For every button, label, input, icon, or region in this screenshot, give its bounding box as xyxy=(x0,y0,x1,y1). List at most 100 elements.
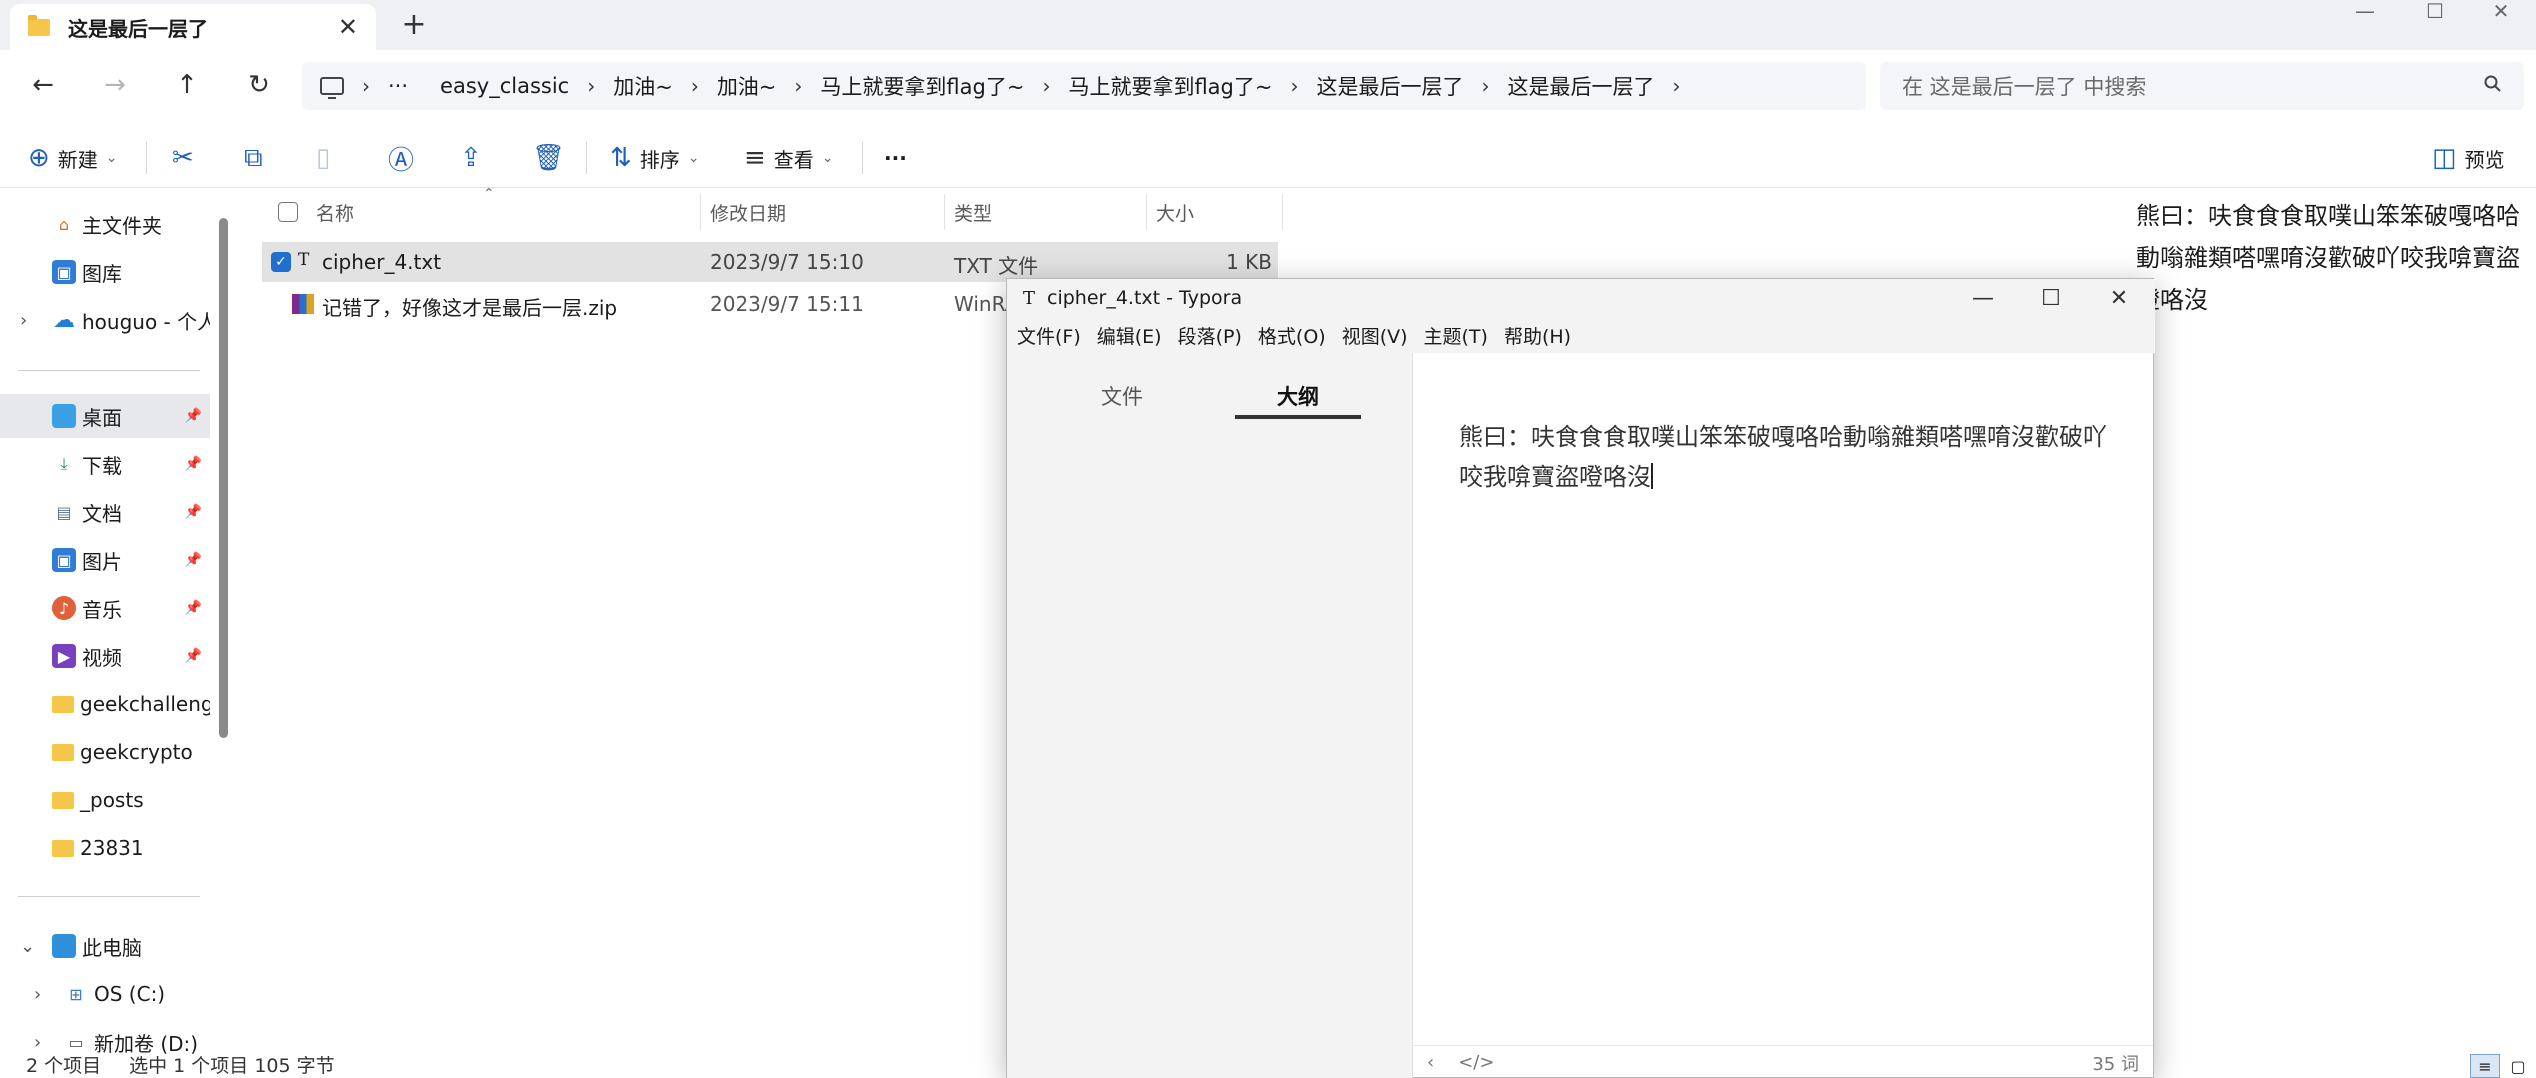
column-divider[interactable] xyxy=(1146,194,1147,230)
close-window-button[interactable]: ✕ xyxy=(2466,0,2536,23)
rename-button[interactable]: Ⓐ xyxy=(388,136,414,180)
new-tab-button[interactable]: + xyxy=(396,6,432,42)
typora-window[interactable]: T cipher_4.txt - Typora — ☐ ✕ 文件(F) 编辑(E… xyxy=(1006,278,2155,1078)
sort-button[interactable]: ⇅ 排序 ⌄ xyxy=(610,136,700,180)
more-options-button[interactable]: ··· xyxy=(884,136,907,180)
pin-icon[interactable]: 📌 xyxy=(185,600,202,616)
sidebar-item-music[interactable]: ♪ 音乐 📌 xyxy=(0,586,210,630)
typora-editor[interactable]: 熊曰：呋食食食取噗山笨笨破嘎咯哈動嗡雜類嗒嘿唷沒歡破吖咬我啽寶盜噔咯沒 xyxy=(1459,417,2129,497)
menu-help[interactable]: 帮助(H) xyxy=(1504,322,1571,349)
typora-close-button[interactable]: ✕ xyxy=(2085,279,2153,317)
chevron-down-icon[interactable]: ⌄ xyxy=(20,936,35,957)
address-bar[interactable]: › ··· easy_classic › 加油~ › 加油~ › 马上就要拿到f… xyxy=(302,62,1866,110)
menu-view[interactable]: 视图(V) xyxy=(1342,322,1408,349)
pin-icon[interactable]: 📌 xyxy=(185,504,202,520)
column-divider[interactable] xyxy=(700,194,701,230)
breadcrumb-item[interactable]: 马上就要拿到flag了~ xyxy=(804,71,1040,101)
cut-button[interactable]: ✂ xyxy=(172,136,194,180)
preview-pane-button[interactable]: ◫ 预览 xyxy=(2432,136,2505,180)
breadcrumb-item[interactable]: 加油~ xyxy=(597,71,689,101)
pin-icon[interactable]: 📌 xyxy=(185,456,202,472)
editor-text: 熊曰：呋食食食取噗山笨笨破嘎咯哈動嗡雜類嗒嘿唷沒歡破吖咬我啽寶盜噔咯沒 xyxy=(1459,423,2107,491)
copy-button[interactable]: ⧉ xyxy=(244,136,263,180)
breadcrumb-sep[interactable]: › xyxy=(1670,74,1682,98)
pin-icon[interactable]: 📌 xyxy=(185,648,202,664)
chevron-right-icon[interactable]: › xyxy=(34,984,41,1005)
view-button[interactable]: ≡ 查看 ⌄ xyxy=(744,136,834,180)
back-button[interactable]: ← xyxy=(20,62,66,108)
paste-button[interactable]: ▯ xyxy=(316,136,330,180)
sidebar-item-desktop[interactable]: 桌面 📌 xyxy=(0,394,210,438)
sidebar-item-folder[interactable]: _posts xyxy=(0,778,210,822)
sidebar-item-drive-c[interactable]: › ⊞ OS (C:) xyxy=(0,972,210,1016)
breadcrumb-item[interactable]: 马上就要拿到flag了~ xyxy=(1052,71,1288,101)
sidebar-scrollbar[interactable] xyxy=(219,218,228,738)
column-header-date[interactable]: 修改日期 xyxy=(710,194,786,230)
sidebar-item-documents[interactable]: ▤ 文档 📌 xyxy=(0,490,210,534)
breadcrumb-item[interactable]: 加油~ xyxy=(701,71,793,101)
file-row-cipher[interactable]: ✓ T cipher_4.txt 2023/9/7 15:10 TXT 文件 1… xyxy=(262,242,1278,282)
menu-paragraph[interactable]: 段落(P) xyxy=(1178,322,1242,349)
breadcrumb-sep[interactable]: › xyxy=(585,74,597,98)
breadcrumb-sep[interactable]: › xyxy=(792,74,804,98)
sidebar-item-label: 视频 xyxy=(82,645,122,670)
maximize-button[interactable]: ☐ xyxy=(2400,0,2470,23)
up-button[interactable]: ↑ xyxy=(164,62,210,108)
sidebar-item-pictures[interactable]: ▣ 图片 📌 xyxy=(0,538,210,582)
breadcrumb-sep[interactable]: › xyxy=(1040,74,1052,98)
share-button[interactable]: ⇪ xyxy=(460,136,482,180)
tab-outline[interactable]: 大纲 xyxy=(1277,381,1319,411)
new-button[interactable]: ⊕ 新建 ⌄ xyxy=(28,136,118,180)
tab-files[interactable]: 文件 xyxy=(1101,381,1143,411)
chevron-right-icon[interactable]: › xyxy=(20,310,27,331)
sidebar-item-this-pc[interactable]: ⌄ 此电脑 xyxy=(0,924,210,968)
column-divider[interactable] xyxy=(1282,194,1283,230)
breadcrumb-sep[interactable]: › xyxy=(689,74,701,98)
breadcrumb-sep[interactable]: › xyxy=(1288,74,1300,98)
selection-info: 选中 1 个项目 105 字节 xyxy=(129,1054,335,1077)
sidebar-item-cloud[interactable]: › ☁ houguo - 个人 xyxy=(0,298,210,342)
tab-current-folder[interactable]: 这是最后一层了 ✕ xyxy=(10,4,376,50)
breadcrumb-overflow[interactable]: ··· xyxy=(372,74,424,98)
close-tab-icon[interactable]: ✕ xyxy=(338,13,358,41)
typora-maximize-button[interactable]: ☐ xyxy=(2017,279,2085,317)
tiles-view-button[interactable]: ▢ xyxy=(2504,1054,2532,1078)
select-all-checkbox[interactable] xyxy=(278,194,298,230)
word-count[interactable]: 35 词 xyxy=(2092,1050,2139,1076)
column-header-size[interactable]: 大小 xyxy=(1156,194,1194,230)
breadcrumb-sep[interactable]: › xyxy=(1479,74,1491,98)
pin-icon[interactable]: 📌 xyxy=(185,552,202,568)
menu-edit[interactable]: 编辑(E) xyxy=(1097,322,1162,349)
sidebar-item-gallery[interactable]: ▣ 图库 xyxy=(0,250,210,294)
source-code-icon[interactable]: </> xyxy=(1458,1052,1494,1073)
search-input[interactable]: 在 这是最后一层了 中搜索 xyxy=(1880,62,2524,110)
row-checkbox[interactable]: ✓ xyxy=(271,252,291,272)
pin-icon[interactable]: 📌 xyxy=(185,408,202,424)
menu-file[interactable]: 文件(F) xyxy=(1017,322,1081,349)
sidebar-item-home[interactable]: ⌂ 主文件夹 xyxy=(0,202,210,246)
details-view-button[interactable]: ≡ xyxy=(2470,1054,2500,1078)
sidebar-item-videos[interactable]: ▶ 视频 📌 xyxy=(0,634,210,678)
breadcrumb-item[interactable]: 这是最后一层了 xyxy=(1491,71,1670,101)
minimize-icon: — xyxy=(1972,285,1994,311)
sidebar-item-folder[interactable]: 23831 xyxy=(0,826,210,870)
file-type: TXT 文件 xyxy=(954,254,1039,278)
breadcrumb-item[interactable]: easy_classic xyxy=(424,74,585,98)
music-icon: ♪ xyxy=(52,596,76,620)
toggle-sidebar-icon[interactable]: ‹ xyxy=(1427,1052,1434,1073)
breadcrumb-item[interactable]: 这是最后一层了 xyxy=(1300,71,1479,101)
menu-format[interactable]: 格式(O) xyxy=(1258,322,1326,349)
checkbox[interactable] xyxy=(278,202,298,222)
menu-theme[interactable]: 主题(T) xyxy=(1424,322,1488,349)
delete-button[interactable]: 🗑 xyxy=(532,136,565,180)
column-header-name[interactable]: 名称 xyxy=(316,194,354,230)
typora-minimize-button[interactable]: — xyxy=(1949,279,2017,317)
column-divider[interactable] xyxy=(944,194,945,230)
forward-button[interactable]: → xyxy=(92,62,138,108)
sidebar-item-folder[interactable]: geekchallenge xyxy=(0,682,210,726)
column-header-type[interactable]: 类型 xyxy=(954,194,992,230)
sidebar-item-folder[interactable]: geekcrypto xyxy=(0,730,210,774)
minimize-button[interactable]: — xyxy=(2330,0,2400,23)
refresh-button[interactable]: ↻ xyxy=(236,62,282,108)
sidebar-item-downloads[interactable]: ⤓ 下载 📌 xyxy=(0,442,210,486)
